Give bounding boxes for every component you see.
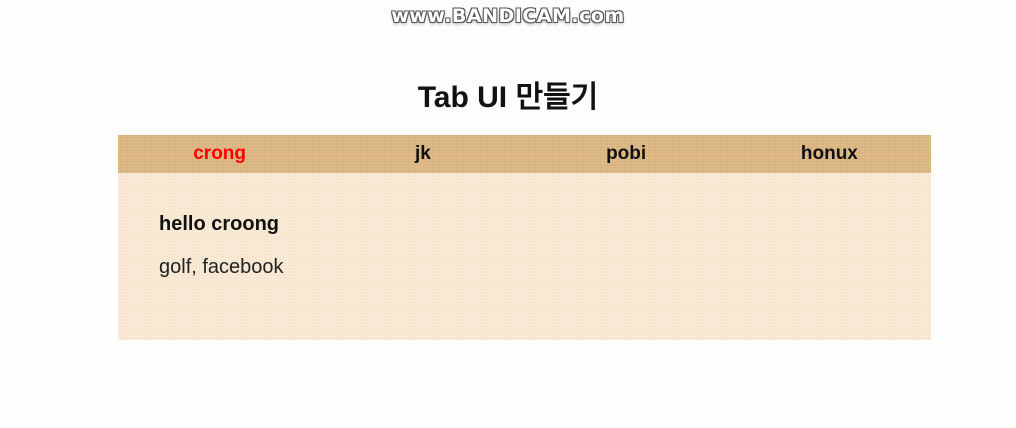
tab-container: crong jk pobi honux hello croong golf, f… (118, 135, 931, 340)
panel-text: golf, facebook (159, 256, 284, 278)
page-title: Tab UI 만들기 (417, 81, 599, 114)
bandicam-watermark: www.BANDICAM.com (391, 5, 625, 27)
tab-pobi[interactable]: pobi (525, 135, 728, 173)
tab-honux[interactable]: honux (728, 135, 931, 173)
panel-heading: hello croong (159, 213, 279, 235)
tab-panel: hello croong golf, facebook (118, 173, 931, 340)
tab-jk[interactable]: jk (321, 135, 524, 173)
page: www.BANDICAM.com Tab UI 만들기 crong jk pob… (0, 0, 1016, 428)
tab-crong[interactable]: crong (118, 135, 321, 173)
tab-bar: crong jk pobi honux (118, 135, 931, 173)
